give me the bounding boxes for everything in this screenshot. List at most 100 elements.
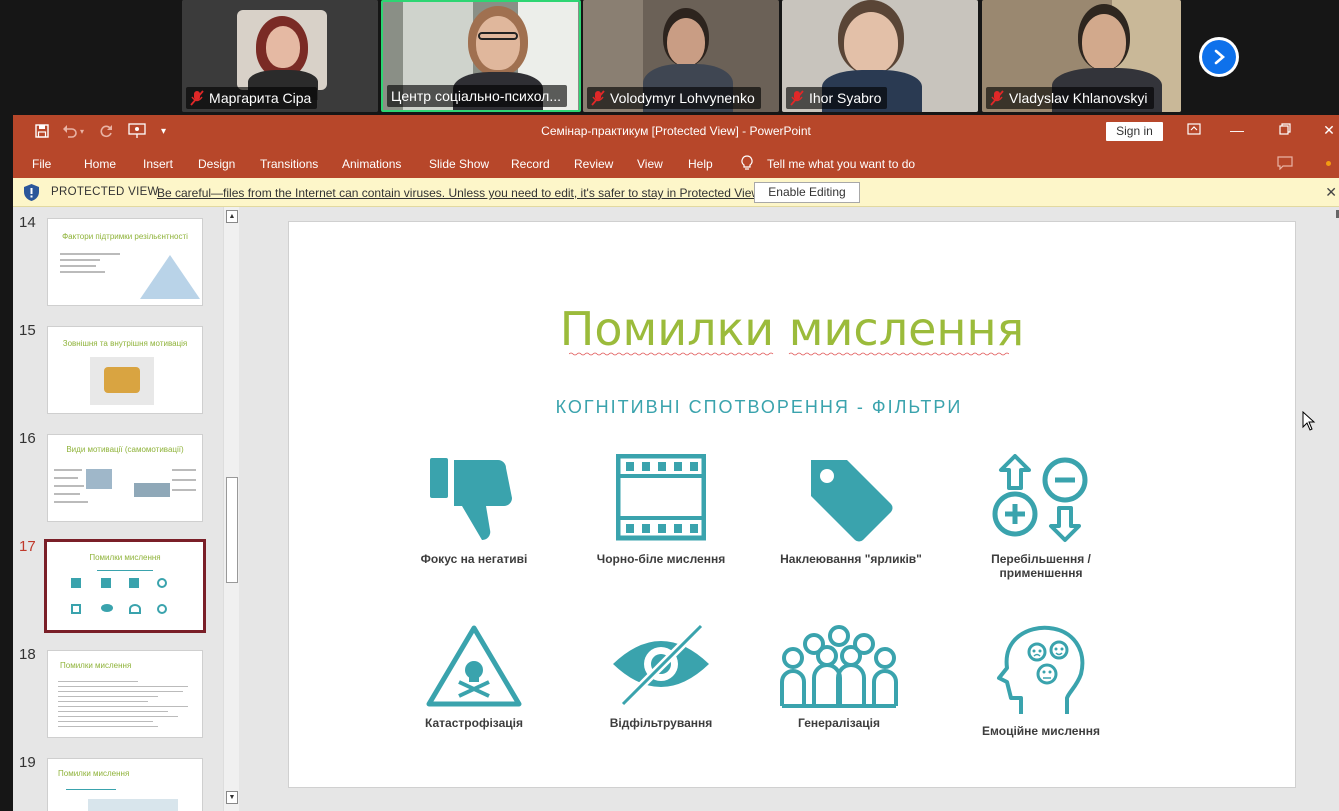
item-label: Чорно-біле мислення xyxy=(596,552,726,566)
chevron-right-icon xyxy=(1214,49,1225,65)
protected-view-label: PROTECTED VIEW xyxy=(51,186,159,198)
thumbnail-title: Помилки мислення xyxy=(60,661,132,670)
minimize-icon[interactable]: — xyxy=(1227,122,1247,140)
participant-name: Маргарита Сіра xyxy=(209,90,312,106)
powerpoint-window: ▾ ▾ Семінар-практикум [Protected View] -… xyxy=(13,115,1339,811)
item-label: Катастрофізація xyxy=(425,716,523,730)
slide-thumbnail[interactable]: Помилки мислення xyxy=(47,758,203,811)
slide-number: 19 xyxy=(19,754,36,771)
item-black-white-thinking: Чорно-біле мислення xyxy=(571,454,751,566)
thumbnail-title: Види мотивації (самомотивації) xyxy=(66,445,184,454)
tab-animations[interactable]: Animations xyxy=(342,157,401,171)
tab-home[interactable]: Home xyxy=(84,157,116,171)
participant-name: Volodymyr Lohvynenko xyxy=(610,90,755,106)
scrollbar-thumb[interactable] xyxy=(226,477,238,583)
tab-transitions[interactable]: Transitions xyxy=(260,157,318,171)
emotional-head-icon xyxy=(997,625,1085,714)
item-label: Емоційне мислення xyxy=(982,724,1100,738)
ribbon-tabs: File Home Insert Design Transitions Anim… xyxy=(13,148,1339,178)
restore-icon[interactable] xyxy=(1275,122,1295,140)
tell-me-search[interactable]: Tell me what you want to do xyxy=(767,157,915,171)
tab-record[interactable]: Record xyxy=(511,157,550,171)
participant-name-bar: Центр соціально-психол... xyxy=(387,85,568,107)
item-labeling: Наклеювання "ярликів" xyxy=(761,454,941,566)
participant-tile[interactable]: Маргарита Сіра xyxy=(182,0,378,112)
crowd-icon xyxy=(780,625,898,708)
participant-tile[interactable]: Vladyslav Khlanovskyi xyxy=(982,0,1181,112)
thumbnails-scrollbar[interactable]: ▲ ▼ xyxy=(223,207,239,811)
scroll-down-icon[interactable]: ▼ xyxy=(226,791,238,804)
participant-name-bar: Маргарита Сіра xyxy=(186,87,318,109)
thumbnail-title: Фактори підтримки резільєнтності xyxy=(62,232,188,241)
participant-name: Ihor Syabro xyxy=(809,90,882,106)
hazard-skull-icon xyxy=(426,625,522,707)
comments-icon[interactable] xyxy=(1277,156,1293,170)
slide-subtitle: КОГНІТИВНІ СПОТВОРЕННЯ - ФІЛЬТРИ xyxy=(555,397,963,417)
participant-name-bar: Volodymyr Lohvynenko xyxy=(587,87,761,109)
tab-review[interactable]: Review xyxy=(574,157,613,171)
crossed-eye-icon xyxy=(613,624,709,707)
sign-in-button[interactable]: Sign in xyxy=(1106,122,1163,141)
shield-icon xyxy=(24,184,39,201)
item-catastrophizing: Катастрофізація xyxy=(384,624,564,730)
thumbnail-title: Зовнішня та внутрішня мотивація xyxy=(62,339,188,348)
participant-name-bar: Ihor Syabro xyxy=(786,87,888,109)
tab-file[interactable]: File xyxy=(32,157,51,171)
slide-editing-canvas: Помилки мислення КОГНІТИВНІ СПОТВОРЕННЯ … xyxy=(243,207,1339,811)
tab-insert[interactable]: Insert xyxy=(143,157,173,171)
item-generalization: Генералізація xyxy=(749,624,929,730)
tag-icon xyxy=(811,460,893,542)
title-bar: ▾ ▾ Семінар-практикум [Protected View] -… xyxy=(13,115,1339,148)
enable-editing-button[interactable]: Enable Editing xyxy=(754,182,860,203)
tab-help[interactable]: Help xyxy=(688,157,713,171)
muted-mic-icon xyxy=(190,90,204,106)
protected-view-bar: PROTECTED VIEW Be careful—files from the… xyxy=(13,178,1339,207)
slide-thumbnail-selected[interactable]: Помилки мислення xyxy=(44,539,206,633)
thumbnail-title: Помилки мислення xyxy=(89,553,161,562)
participant-tile-active-speaker[interactable]: Центр соціально-психол... xyxy=(381,0,581,112)
slide-number: 18 xyxy=(19,646,36,663)
participant-name: Центр соціально-психол... xyxy=(391,88,562,104)
notification-dot xyxy=(1326,161,1331,166)
slide-number: 15 xyxy=(19,322,36,339)
current-slide[interactable]: Помилки мислення КОГНІТИВНІ СПОТВОРЕННЯ … xyxy=(288,221,1296,788)
item-magnification-minimization: Перебільшення /применшення xyxy=(951,454,1131,580)
item-label: Наклеювання "ярликів" xyxy=(780,552,922,566)
item-label: Перебільшення /применшення xyxy=(991,552,1091,580)
plus-minus-arrows-icon xyxy=(992,454,1088,542)
slide-number: 16 xyxy=(19,430,36,447)
slide-thumbnail[interactable]: Помилки мислення xyxy=(47,650,203,738)
item-label: Відфільтрування xyxy=(609,716,713,730)
slide-thumbnail[interactable]: Зовнішня та внутрішня мотивація xyxy=(47,326,203,414)
close-bar-icon[interactable]: ✕ xyxy=(1325,184,1337,201)
ribbon-display-options-icon[interactable] xyxy=(1184,122,1204,140)
muted-mic-icon xyxy=(990,90,1004,106)
slide-number: 17 xyxy=(19,538,36,555)
item-label: Фокус на негативі xyxy=(420,552,528,566)
item-emotional-reasoning: Емоційне мислення xyxy=(951,624,1131,738)
tab-view[interactable]: View xyxy=(637,157,663,171)
slide-thumbnail[interactable]: Види мотивації (самомотивації) xyxy=(47,434,203,522)
item-focus-negative: Фокус на негативі xyxy=(384,454,564,566)
participant-tile[interactable]: Ihor Syabro xyxy=(782,0,978,112)
thumbnail-title: Помилки мислення xyxy=(58,769,130,778)
scroll-up-icon[interactable]: ▲ xyxy=(226,210,238,223)
muted-mic-icon xyxy=(790,90,804,106)
item-label: Генералізація xyxy=(798,716,880,730)
item-filtering: Відфільтрування xyxy=(571,624,751,730)
video-gallery-strip: Маргарита Сіра Центр соціально-психол...… xyxy=(0,0,1339,113)
thumbs-down-icon xyxy=(430,458,512,541)
muted-mic-icon xyxy=(591,90,605,106)
next-page-button[interactable] xyxy=(1199,37,1239,77)
tab-design[interactable]: Design xyxy=(198,157,235,171)
slide-title[interactable]: Помилки мислення xyxy=(289,302,1295,356)
participant-name-bar: Vladyslav Khlanovskyi xyxy=(986,87,1154,109)
slide-thumbnails-pane: 14 Фактори підтримки резільєнтності 15 З… xyxy=(13,207,226,811)
close-icon[interactable]: ✕ xyxy=(1319,122,1339,140)
slide-thumbnail[interactable]: Фактори підтримки резільєнтності xyxy=(47,218,203,306)
mouse-cursor-icon xyxy=(1302,411,1316,431)
participant-name: Vladyslav Khlanovskyi xyxy=(1009,90,1148,106)
tab-slide-show[interactable]: Slide Show xyxy=(429,157,489,171)
participant-tile[interactable]: Volodymyr Lohvynenko xyxy=(583,0,779,112)
protected-view-message-link[interactable]: Be careful—files from the Internet can c… xyxy=(157,186,763,200)
